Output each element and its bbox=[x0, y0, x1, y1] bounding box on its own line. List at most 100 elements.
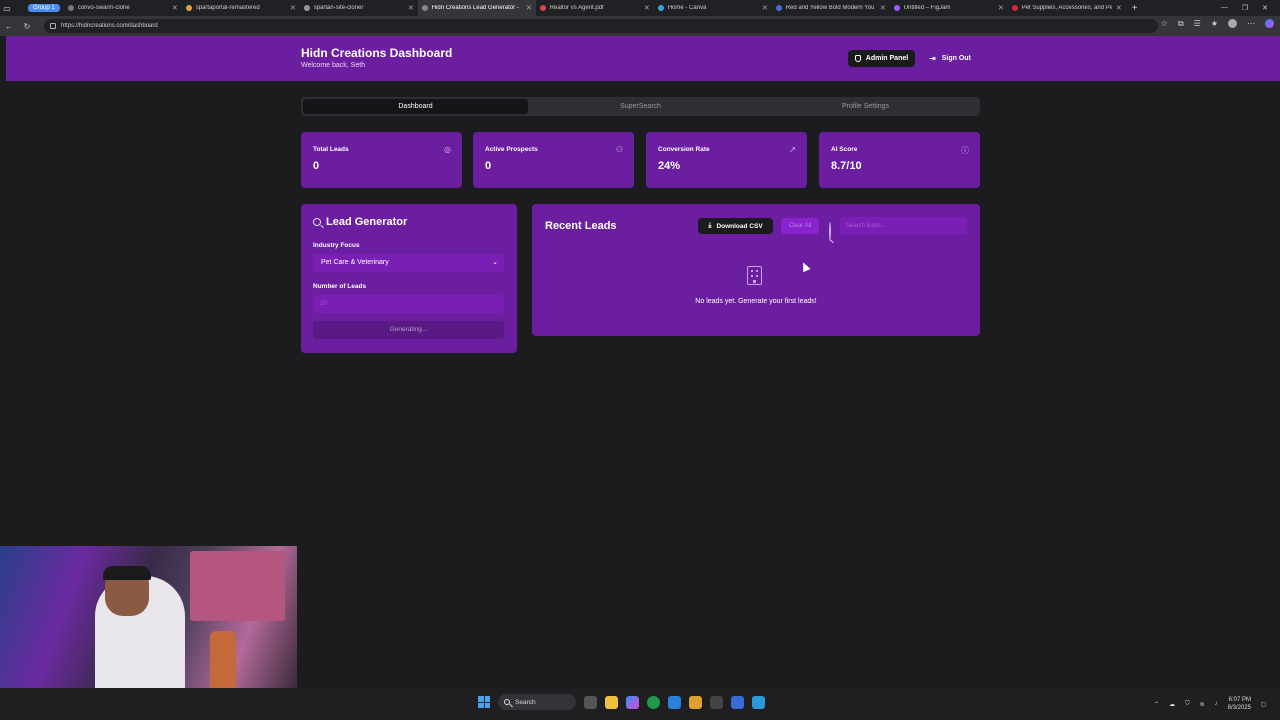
tab-favicon-icon bbox=[775, 5, 782, 11]
admin-panel-button[interactable]: Admin Panel bbox=[848, 50, 915, 67]
download-csv-button[interactable]: ⤓ Download CSV bbox=[698, 218, 773, 234]
download-icon: ⤓ bbox=[708, 222, 712, 229]
notifications-icon[interactable]: ◻ bbox=[1261, 701, 1266, 708]
browser-toolbar: ☆ ⧉ ☰ ★ ⋯ bbox=[1161, 19, 1274, 29]
tab-favicon-icon bbox=[893, 5, 900, 11]
browser-tab[interactable]: spartan-site-cloner ✕ bbox=[300, 0, 418, 16]
taskbar-apps: Search bbox=[478, 694, 765, 710]
tab-supersearch[interactable]: SuperSearch bbox=[528, 99, 753, 114]
back-icon[interactable]: ← bbox=[0, 22, 18, 31]
app-icon[interactable] bbox=[689, 695, 702, 709]
clock-date: 8/3/2025 bbox=[1227, 705, 1252, 711]
industry-focus-select[interactable]: Pet Care & Veterinary ⌄ bbox=[313, 254, 504, 272]
search-icon bbox=[313, 218, 321, 226]
minimize-icon[interactable]: — bbox=[1221, 4, 1228, 12]
target-icon: ◎ bbox=[444, 145, 451, 154]
site-info-icon[interactable] bbox=[50, 23, 56, 29]
tab-dashboard[interactable]: Dashboard bbox=[303, 99, 528, 114]
clear-all-button[interactable]: Clear All bbox=[781, 218, 819, 234]
favorites-icon[interactable]: ★ bbox=[1211, 19, 1218, 29]
edge-browser-icon[interactable] bbox=[647, 695, 660, 709]
browser-tab[interactable]: Home - Canva ✕ bbox=[654, 0, 772, 16]
recent-leads-title: Recent Leads bbox=[545, 220, 617, 232]
number-of-leads-input[interactable]: 10 bbox=[313, 295, 504, 313]
taskbar-search[interactable]: Search bbox=[498, 694, 576, 710]
chevron-up-icon[interactable]: ⌃ bbox=[1154, 701, 1159, 708]
close-tab-icon[interactable]: ✕ bbox=[290, 4, 296, 12]
url-field[interactable]: https://hidncreations.com/dashboard bbox=[44, 19, 1158, 33]
generate-leads-button[interactable]: Generating... bbox=[313, 321, 504, 339]
download-csv-label: Download CSV bbox=[716, 222, 763, 230]
tab-favicon-icon bbox=[1011, 5, 1018, 11]
browser-tab[interactable]: Red and Yellow Bold Modern You ✕ bbox=[772, 0, 890, 16]
shield-tray-icon[interactable]: ⛉ bbox=[1185, 701, 1190, 708]
browser-tab-bar: ▭ Group 1 convo-swarm-clone ✕ spartaporta… bbox=[0, 0, 1280, 16]
browser-tab[interactable]: Untitled – FigJam ✕ bbox=[890, 0, 1008, 16]
clock[interactable]: 6:07 PM 8/3/2025 bbox=[1228, 696, 1251, 712]
empty-state-message: No leads yet. Generate your first leads! bbox=[695, 298, 817, 305]
extensions-icon[interactable]: ⧉ bbox=[1178, 19, 1184, 29]
stat-value: 24% bbox=[658, 160, 681, 172]
close-tab-icon[interactable]: ✕ bbox=[172, 4, 178, 12]
maximize-icon[interactable]: ❐ bbox=[1242, 4, 1248, 12]
copilot-app-icon[interactable] bbox=[626, 695, 639, 709]
reload-icon[interactable]: ↻ bbox=[18, 22, 36, 31]
app-icon[interactable] bbox=[731, 695, 744, 709]
more-menu-icon[interactable]: ⋯ bbox=[1247, 19, 1255, 29]
copilot-icon[interactable] bbox=[1265, 19, 1274, 28]
vscode-icon[interactable] bbox=[752, 695, 765, 709]
number-of-leads-label: Number of Leads bbox=[313, 283, 367, 290]
address-bar-row: ← ↻ https://hidncreations.com/dashboard … bbox=[0, 16, 1280, 36]
volume-icon[interactable]: ♪ bbox=[1215, 701, 1218, 707]
browser-tab[interactable]: Realtor vs Agent.pdf ✕ bbox=[536, 0, 654, 16]
tab-favicon-icon bbox=[303, 5, 310, 11]
industry-focus-label: Industry Focus bbox=[313, 242, 360, 249]
favorite-star-icon[interactable]: ☆ bbox=[1161, 19, 1168, 29]
os-taskbar: Search ⌃ ☁ ⛉ ≋ ♪ 6:07 PM 8/3/2025 ◻ bbox=[0, 688, 1280, 720]
close-tab-icon[interactable]: ✕ bbox=[644, 4, 650, 12]
collections-icon[interactable]: ☰ bbox=[1194, 19, 1201, 29]
taskbar-search-label: Search bbox=[515, 698, 536, 706]
tab-title: convo-swarm-clone bbox=[77, 5, 130, 11]
browser-tab[interactable]: convo-swarm-clone ✕ bbox=[64, 0, 182, 16]
tab-group-badge[interactable]: Group 1 bbox=[28, 4, 60, 12]
tab-title: Realtor vs Agent.pdf bbox=[549, 5, 604, 11]
close-tab-icon[interactable]: ✕ bbox=[1116, 4, 1122, 12]
new-tab-icon[interactable]: + bbox=[1132, 3, 1138, 14]
close-tab-icon[interactable]: ✕ bbox=[998, 4, 1004, 12]
task-view-icon[interactable] bbox=[584, 695, 597, 709]
sign-out-icon: ⇥ bbox=[929, 54, 936, 63]
lead-generator-panel: Lead Generator Industry Focus Pet Care &… bbox=[301, 204, 517, 353]
wifi-icon[interactable]: ≋ bbox=[1200, 701, 1205, 708]
sign-out-button[interactable]: ⇥ Sign Out bbox=[929, 50, 971, 67]
chevron-down-icon: ⌄ bbox=[492, 259, 498, 266]
browser-tab[interactable]: spartaportal-remastered ✕ bbox=[182, 0, 300, 16]
cloud-icon[interactable]: ☁ bbox=[1169, 701, 1175, 708]
browser-tab-active[interactable]: Hidn Creations Lead Generator - ✕ bbox=[417, 0, 536, 16]
browser-tab[interactable]: Pet Supplies, Accessories, and Pe ✕ bbox=[1008, 0, 1126, 16]
tab-profile-settings[interactable]: Profile Settings bbox=[753, 99, 978, 114]
stat-label: AI Score bbox=[831, 146, 858, 153]
stat-label: Conversion Rate bbox=[658, 146, 710, 153]
profile-avatar[interactable] bbox=[1228, 19, 1237, 28]
close-tab-icon[interactable]: ✕ bbox=[880, 4, 886, 12]
close-window-icon[interactable]: ✕ bbox=[1262, 4, 1268, 12]
tab-favicon-icon bbox=[539, 5, 546, 11]
system-tray: ⌃ ☁ ⛉ ≋ ♪ 6:07 PM 8/3/2025 ◻ bbox=[1154, 696, 1266, 712]
store-icon[interactable] bbox=[668, 695, 681, 709]
file-explorer-icon[interactable] bbox=[605, 695, 618, 709]
windows-start-icon[interactable] bbox=[478, 696, 490, 708]
search-icon bbox=[504, 699, 510, 705]
stat-value: 0 bbox=[485, 160, 492, 172]
search-leads-input[interactable]: Search leads... bbox=[840, 217, 967, 235]
window-menu-icon[interactable]: ▭ bbox=[0, 4, 14, 13]
close-tab-icon[interactable]: ✕ bbox=[762, 4, 768, 12]
users-icon: ⚇ bbox=[615, 145, 623, 154]
tab-title: spartaportal-remastered bbox=[195, 5, 260, 11]
shield-icon bbox=[854, 55, 861, 62]
search-icon bbox=[829, 222, 831, 241]
stat-label: Total Leads bbox=[313, 146, 349, 153]
terminal-icon[interactable] bbox=[710, 695, 723, 709]
close-tab-icon[interactable]: ✕ bbox=[408, 4, 414, 12]
close-tab-icon[interactable]: ✕ bbox=[526, 4, 532, 12]
